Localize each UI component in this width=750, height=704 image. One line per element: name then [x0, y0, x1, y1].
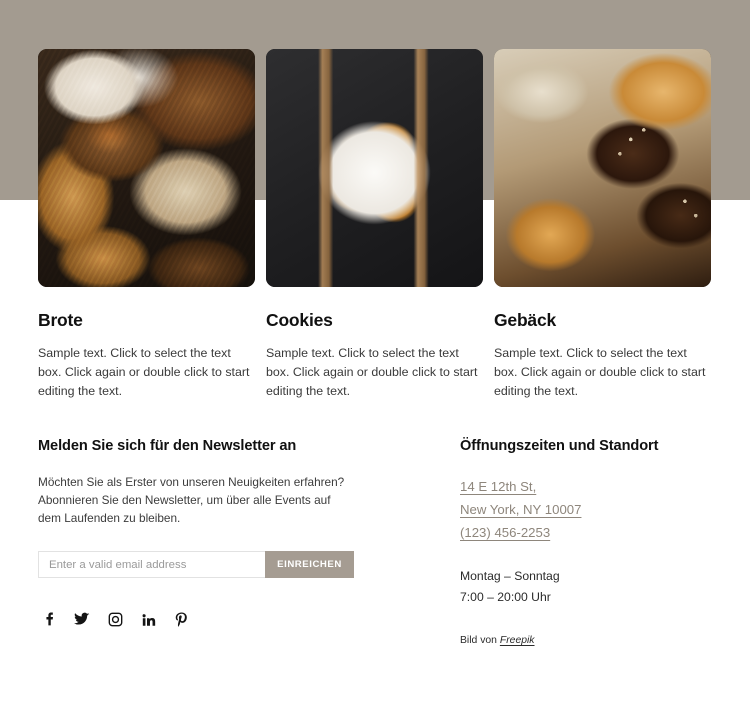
product-card-gebaeck: Gebäck Sample text. Click to select the …	[494, 49, 711, 401]
image-credit: Bild von Freepik	[460, 635, 712, 646]
page-root: Brote Sample text. Click to select the t…	[0, 0, 750, 704]
cookies-pastries-photo	[266, 49, 483, 287]
chocolate-pastries-photo	[494, 49, 711, 287]
image-credit-prefix: Bild von	[460, 635, 500, 646]
newsletter-description: Möchten Sie als Erster von unseren Neuig…	[38, 475, 345, 525]
newsletter-column: Melden Sie sich für den Newsletter an Mö…	[38, 436, 394, 646]
social-links	[38, 608, 394, 630]
product-card-title: Cookies	[266, 310, 333, 330]
contact-title: Öffnungszeiten und Standort	[460, 438, 659, 454]
contact-column: Öffnungszeiten und Standort 14 E 12th St…	[394, 436, 712, 646]
address-line-1-link[interactable]: 14 E 12th St,	[460, 475, 712, 498]
newsletter-title: Melden Sie sich für den Newsletter an	[38, 438, 297, 454]
facebook-icon[interactable]	[38, 608, 60, 630]
subscribe-button[interactable]: EINREICHEN	[265, 551, 354, 578]
product-card-cookies: Cookies Sample text. Click to select the…	[266, 49, 483, 401]
opening-hours-days: Montag – Sonntag	[460, 569, 560, 583]
product-card-brote: Brote Sample text. Click to select the t…	[38, 49, 255, 401]
email-input[interactable]	[38, 551, 265, 578]
opening-hours-time: 7:00 – 20:00 Uhr	[460, 590, 551, 604]
assorted-breads-photo	[38, 49, 255, 287]
product-card-title: Gebäck	[494, 310, 557, 330]
pinterest-icon[interactable]	[170, 608, 192, 630]
product-card-text: Sample text. Click to select the text bo…	[38, 346, 250, 398]
footer-section: Melden Sie sich für den Newsletter an Mö…	[38, 436, 712, 646]
address-block: 14 E 12th St, New York, NY 10007 (123) 4…	[460, 475, 712, 544]
linkedin-icon[interactable]	[137, 608, 159, 630]
product-gallery: Brote Sample text. Click to select the t…	[38, 49, 712, 401]
newsletter-form: EINREICHEN	[38, 551, 354, 578]
product-card-text: Sample text. Click to select the text bo…	[494, 346, 706, 398]
opening-hours: Montag – Sonntag 7:00 – 20:00 Uhr	[460, 566, 712, 608]
phone-link[interactable]: (123) 456-2253	[460, 521, 712, 544]
instagram-icon[interactable]	[104, 608, 126, 630]
twitter-icon[interactable]	[71, 608, 93, 630]
product-card-title: Brote	[38, 310, 83, 330]
product-card-text: Sample text. Click to select the text bo…	[266, 346, 478, 398]
address-line-2-link[interactable]: New York, NY 10007	[460, 498, 712, 521]
freepik-link[interactable]: Freepik	[500, 635, 535, 646]
